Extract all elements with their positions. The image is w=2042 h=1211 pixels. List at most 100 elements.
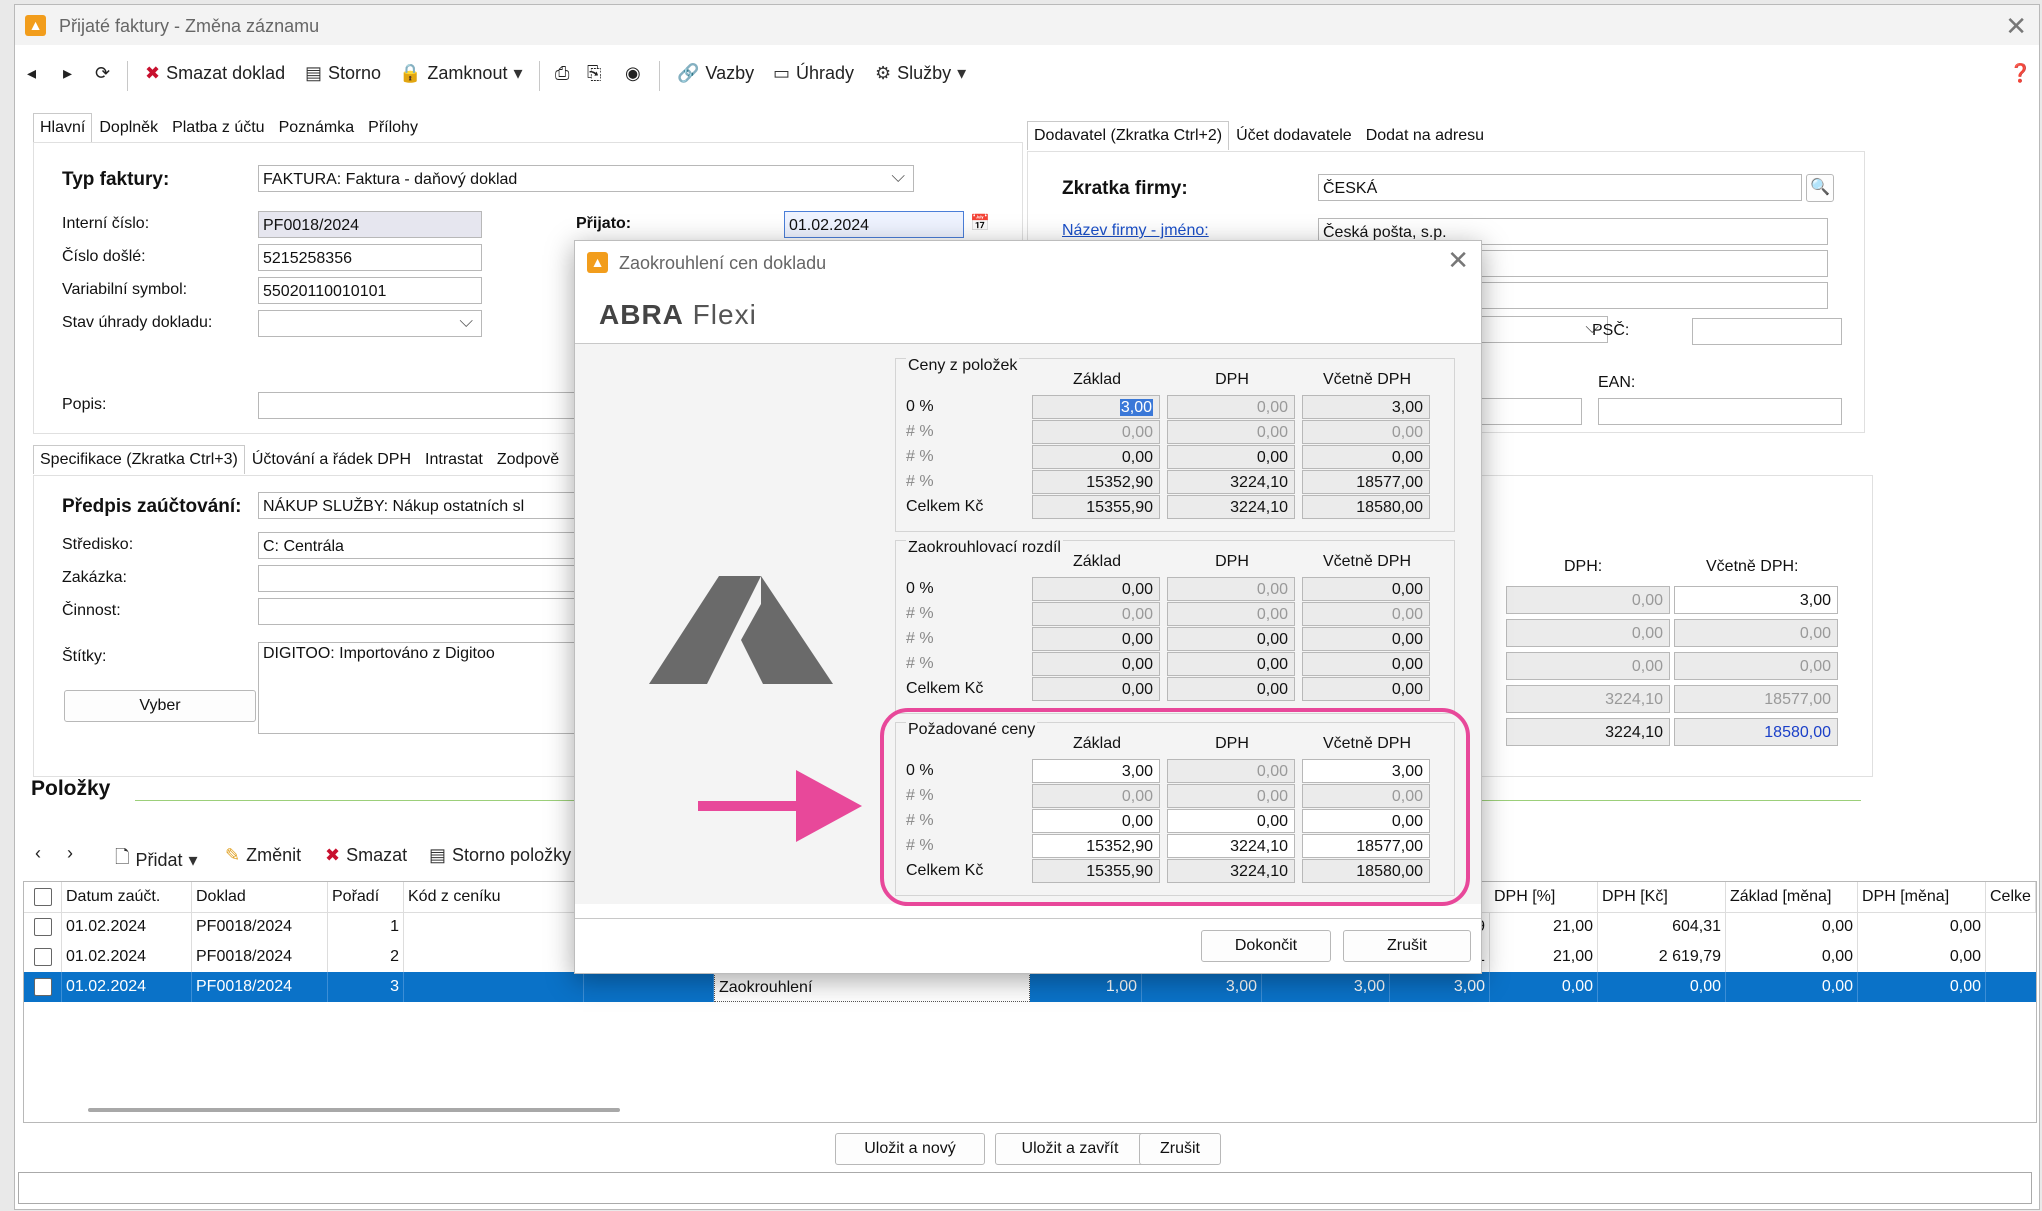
vat-summary-dph: 0,00 [1506,652,1670,680]
col-order[interactable]: Pořadí [328,882,404,912]
row-vat-cur: 0,00 [1858,972,1986,1002]
payments-button[interactable]: ▭ Úhrady [773,63,854,84]
invoice-type-select[interactable]: FAKTURA: Faktura - daňový doklad [258,165,914,192]
cancel-button[interactable]: Zrušit [1139,1133,1221,1165]
row-checkbox[interactable] [24,942,62,972]
lock-button[interactable]: 🔒 Zamknout ▾ [399,63,523,84]
cell-vat: 0,00 [1167,627,1295,651]
cell-incl: 0,00 [1302,652,1430,676]
payment-state-select[interactable] [258,310,482,337]
row-label: # % [906,423,934,440]
posting-field[interactable]: NÁKUP SLUŽBY: Nákup ostatních sl [258,492,608,519]
links-button[interactable]: 🔗 Vazby [677,63,754,84]
zip-field[interactable] [1692,318,1842,345]
dialog-title-bar: ▲ Zaokrouhlení cen dokladu ✕ [575,241,1481,283]
row-label: 0 % [906,580,934,597]
variable-symbol-field[interactable]: 55020110010101 [258,277,482,304]
row-name[interactable]: Zaokrouhlení [714,972,1030,1002]
print-icon[interactable]: ⎙ [555,63,569,84]
tab-specification[interactable]: Specifikace (Zkratka Ctrl+3) [33,445,245,474]
search-icon[interactable]: 🔍 [1806,174,1834,202]
refresh-icon[interactable]: ⟳ [95,63,110,84]
save-new-button[interactable]: Uložit a nový [835,1133,985,1165]
delete-icon: ✖ [325,845,341,865]
horizontal-scrollbar[interactable] [88,1108,620,1112]
dialog-close-icon[interactable]: ✕ [1447,245,1469,276]
description-field[interactable] [258,392,608,419]
cell-incl: 18580,00 [1302,495,1430,519]
row-checkbox[interactable] [24,972,62,1002]
items-next-icon[interactable]: › [67,843,73,864]
eye-icon[interactable]: ◉ [625,63,641,84]
tab-platba[interactable]: Platba z účtu [165,113,272,142]
items-add-button[interactable]: 🗋 Přidat ▾ [115,845,198,875]
help-icon[interactable]: ❓ [2009,63,2031,84]
activity-field[interactable] [258,598,608,625]
row-doc: PF0018/2024 [192,912,328,942]
col-code[interactable]: Kód z ceníku [404,882,584,912]
tab-delivery-address[interactable]: Dodat na adresu [1359,121,1491,150]
tab-intrastat[interactable]: Intrastat [418,445,490,474]
col-vat-cur[interactable]: DPH [měna] [1858,882,1986,912]
close-icon[interactable]: ✕ [2005,11,2027,42]
group-rounding-diff: Zaokrouhlovací rozdíl Základ DPH Včetně … [895,539,1455,714]
tab-responsible[interactable]: Zodpově [490,445,566,474]
description-label: Popis: [62,396,107,413]
row-vat-czk: 2 619,79 [1598,942,1726,972]
col-base-cur[interactable]: Základ [měna] [1726,882,1858,912]
company-short-field[interactable]: ČESKÁ [1318,174,1802,201]
table-row-selected[interactable]: 01.02.2024 PF0018/2024 3 Zaokrouhlení 1,… [24,972,2036,1002]
order-field[interactable] [258,565,608,592]
brand-logo: ABRA Flexi [599,299,757,331]
print-preview-icon[interactable]: ⎘ [587,63,601,84]
row-checkbox[interactable] [24,912,62,942]
items-edit-button[interactable]: ✎ Změnit [225,845,301,866]
row-price: 3,00 [1142,972,1262,1002]
internal-number-field[interactable]: PF0018/2024 [258,211,482,238]
col-doc[interactable]: Doklad [192,882,328,912]
col-vat-pct[interactable]: DPH [%] [1490,882,1598,912]
delete-document-button[interactable]: ✖ Smazat doklad [145,63,285,84]
row-date: 01.02.2024 [62,972,192,1002]
tab-doplnek[interactable]: Doplněk [92,113,165,142]
tab-hlavni[interactable]: Hlavní [33,113,93,142]
choose-button[interactable]: Vyber [64,690,256,722]
col-incl: Včetně DPH [1322,553,1412,570]
calendar-icon[interactable]: 📅 [970,213,990,233]
company-name-link[interactable]: Název firmy - jméno: [1062,222,1209,240]
tab-supplier-account[interactable]: Účet dodavatele [1229,121,1359,150]
prev-icon[interactable]: ◂ [27,63,36,84]
services-button[interactable]: ⚙ Služby ▾ [875,63,966,84]
col-date[interactable]: Datum zaúčt. [62,882,192,912]
col-total[interactable]: Celke [1986,882,2036,912]
vat-summary-dph: 0,00 [1506,619,1670,647]
center-field[interactable]: C: Centrála [258,532,608,559]
ean-field[interactable] [1598,398,1842,425]
incoming-number-label: Číslo došlé: [62,248,146,265]
items-prev-icon[interactable]: ‹ [35,843,41,864]
storno-button[interactable]: ▤ Storno [305,63,381,84]
ean-label: EAN: [1598,374,1636,391]
finish-button[interactable]: Dokončit [1201,930,1331,962]
tab-accounting[interactable]: Účtování a řádek DPH [245,445,418,474]
dialog-cancel-button[interactable]: Zrušit [1343,930,1471,962]
chevron-down-icon: ▾ [513,63,523,83]
items-delete-button[interactable]: ✖ Smazat [325,845,407,866]
brand-bold: ABRA [599,299,684,330]
cell-base[interactable]: 3,00 [1032,395,1160,419]
tab-supplier[interactable]: Dodavatel (Zkratka Ctrl+2) [1027,121,1230,150]
select-all-checkbox[interactable] [24,882,62,912]
tab-prilohy[interactable]: Přílohy [361,113,425,142]
toolbar: ◂ ▸ ⟳ ✖ Smazat doklad ▤ Storno 🔒 Zamknout ▾ … [15,55,2039,95]
items-storno-button[interactable]: ▤ Storno položky [429,845,571,866]
next-icon[interactable]: ▸ [63,63,72,84]
save-close-button[interactable]: Uložit a zavřít [995,1133,1145,1165]
app-icon: ▲ [587,252,608,273]
incoming-number-field[interactable]: 5215258356 [258,244,482,271]
tab-poznamka[interactable]: Poznámka [272,113,362,142]
chevron-down-icon: ▾ [957,63,967,83]
col-vat-czk[interactable]: DPH [Kč] [1598,882,1726,912]
tags-field[interactable]: DIGITOO: Importováno z Digitoo [258,642,608,734]
received-date-field[interactable]: 01.02.2024 [784,211,964,238]
row-total: 3,00 [1390,972,1490,1002]
